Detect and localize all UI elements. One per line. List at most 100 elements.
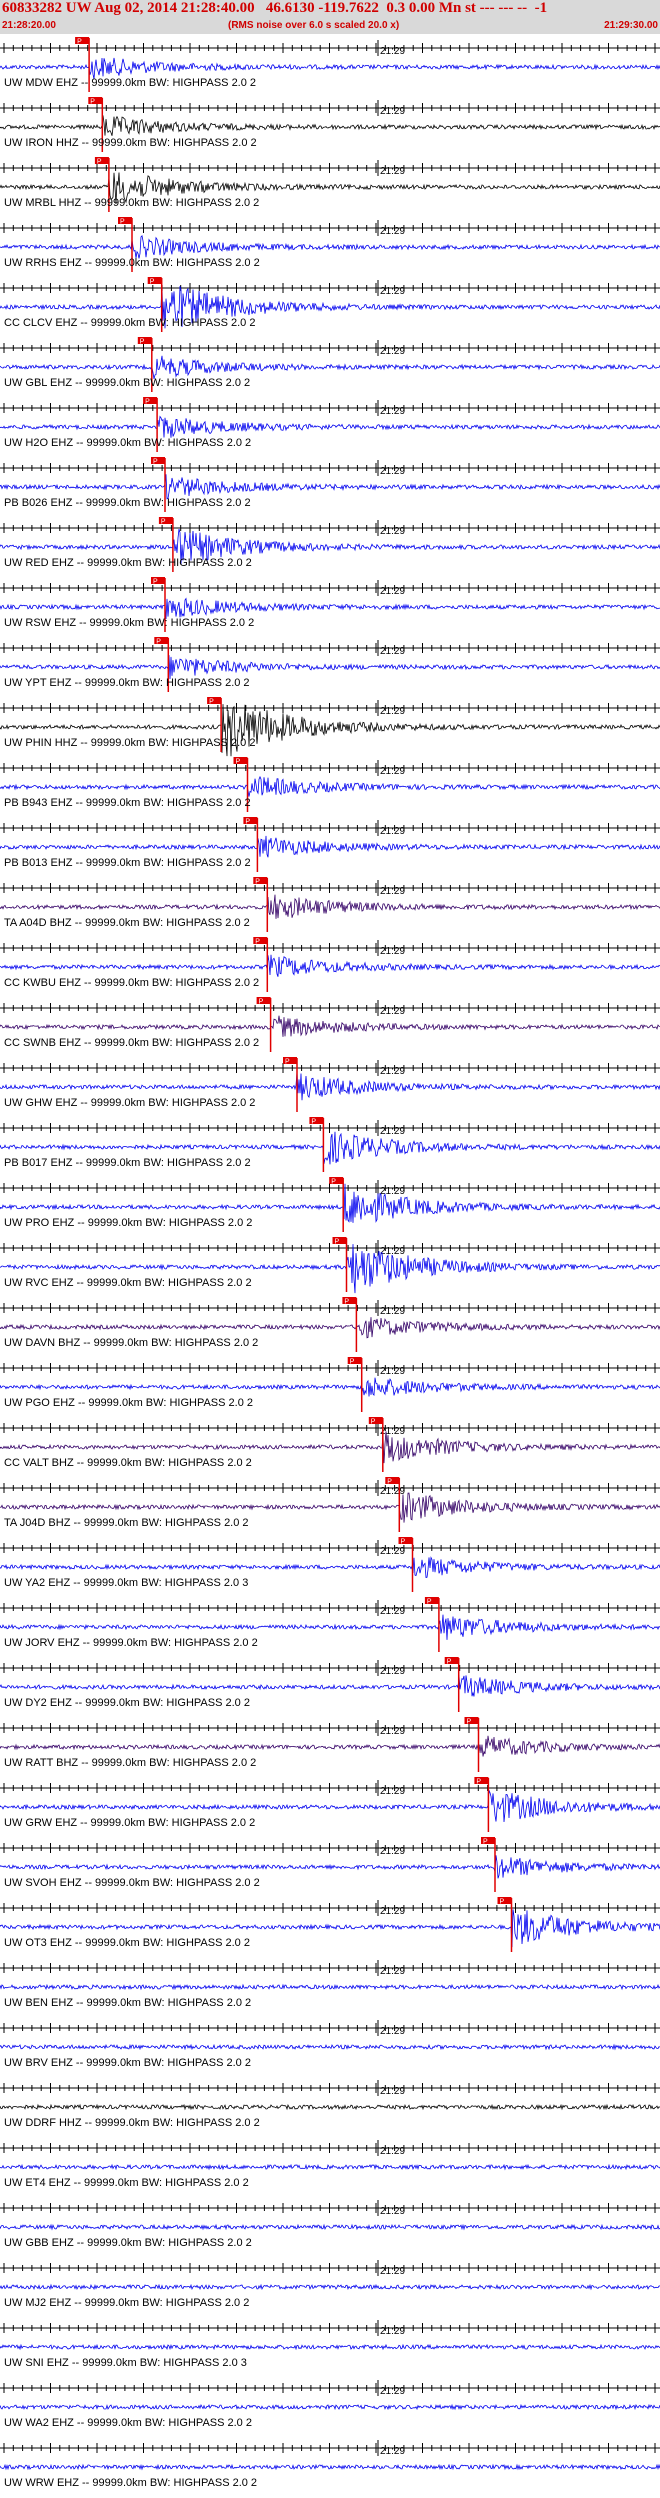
waveform	[0, 1556, 660, 1578]
trace-row: 21:29 P UW SVOH EHZ -- 99999.0km BW: HIGHP…	[0, 1837, 660, 1892]
pick-label: P	[255, 879, 260, 886]
station-label: UW IRON HHZ -- 99999.0km BW: HIGHPASS 2.…	[4, 137, 257, 149]
trace-row: 21:29 P TA A04D BHZ -- 99999.0km BW: HIGHP…	[0, 877, 660, 932]
trace-row: 21:29 P UW DAVN BHZ -- 99999.0km BW: HIGHP…	[0, 1297, 660, 1352]
station-label: UW MJ2 EHZ -- 99999.0km BW: HIGHPASS 2.0…	[4, 2297, 249, 2309]
trace-row: 21:29 P UW PHIN HHZ -- 99999.0km BW: HIGHP…	[0, 697, 660, 757]
minute-label: 21:29	[380, 226, 405, 237]
minute-label: 21:29	[380, 1186, 405, 1197]
pick-label: P	[90, 99, 95, 106]
seismogram-plot: 21:29 P UW MDW EHZ -- 99999.0km BW: HIGHPA…	[0, 37, 660, 2489]
waveform	[0, 1855, 660, 1879]
pick-label: P	[150, 279, 155, 286]
pick-label: P	[285, 1059, 290, 1066]
minute-label: 21:29	[380, 346, 405, 357]
trace-row: 21:29 P UW IRON HHZ -- 99999.0km BW: HIGHP…	[0, 97, 660, 152]
station-label: UW ET4 EHZ -- 99999.0km BW: HIGHPASS 2.0…	[4, 2177, 249, 2189]
trace-row: 21:29 UW WA2 EHZ -- 99999.0km BW: HIGHPAS…	[0, 2380, 660, 2429]
trace-row: 21:29 P UW DY2 EHZ -- 99999.0km BW: HIGHPA…	[0, 1657, 660, 1712]
trace-row: 21:29 P PB B943 EHZ -- 99999.0km BW: HIGHP…	[0, 757, 660, 812]
trace-row: 21:29P UW YA2 EHZ -- 99999.0km BW: HIGHPA…	[0, 1537, 660, 1592]
station-label: UW GHW EHZ -- 99999.0km BW: HIGHPASS 2.0…	[4, 1097, 255, 1109]
station-label: UW PRO EHZ -- 99999.0km BW: HIGHPASS 2.0…	[4, 1217, 252, 1229]
minute-label: 21:29	[380, 1486, 405, 1497]
pick-label: P	[344, 1299, 349, 1306]
trace-row: 21:29 P UW GBL EHZ -- 99999.0km BW: HIGHPA…	[0, 337, 660, 392]
waveform	[0, 2463, 660, 2471]
station-label: UW JORV EHZ -- 99999.0km BW: HIGHPASS 2.…	[4, 1637, 258, 1649]
pick-label: P	[427, 1599, 432, 1606]
event-title: 60833282 UW Aug 02, 2014 21:28:40.00 46.…	[2, 0, 548, 16]
pick-label: P	[161, 519, 166, 526]
station-label: UW BRV EHZ -- 99999.0km BW: HIGHPASS 2.0…	[4, 2057, 251, 2069]
trace-row: 21:29 P UW RED EHZ -- 99999.0km BW: HIGHPA…	[0, 517, 660, 572]
trace-row: 21:29 P UW MDW EHZ -- 99999.0km BW: HIGHPA…	[0, 37, 660, 92]
pick-label: P	[97, 159, 102, 166]
waveform	[0, 655, 660, 680]
trace-row: 21:29 P UW OT3 EHZ -- 99999.0km BW: HIGHPA…	[0, 1897, 660, 1952]
minute-label: 21:29	[380, 946, 405, 957]
trace-row: 21:29 UW DDRF HHZ -- 99999.0km BW: HIGHPA…	[0, 2080, 660, 2129]
pick-label: P	[335, 1239, 340, 1246]
minute-label: 21:29	[380, 406, 405, 417]
trace-row: 21:29 P CC SWNB EHZ -- 99999.0km BW: HIGHP…	[0, 997, 660, 1052]
waveform	[0, 597, 660, 620]
station-label: UW YPT EHZ -- 99999.0km BW: HIGHPASS 2.0…	[4, 677, 250, 689]
station-label: UW OT3 EHZ -- 99999.0km BW: HIGHPASS 2.0…	[4, 1937, 250, 1949]
pick-label: P	[371, 1419, 376, 1426]
trace-row: 21:29 P UW JORV EHZ -- 99999.0km BW: HIGHP…	[0, 1597, 660, 1652]
station-label: UW MDW EHZ -- 99999.0km BW: HIGHPASS 2.0…	[4, 77, 256, 89]
station-label: TA J04D BHZ -- 99999.0km BW: HIGHPASS 2.…	[4, 1517, 249, 1529]
waveform	[0, 2103, 660, 2111]
station-label: UW PGO EHZ -- 99999.0km BW: HIGHPASS 2.0…	[4, 1397, 253, 1409]
waveform	[0, 2043, 660, 2051]
pick-label: P	[236, 759, 241, 766]
minute-label: 21:29	[380, 1066, 405, 1077]
station-label: PB B017 EHZ -- 99999.0km BW: HIGHPASS 2.…	[4, 1157, 251, 1169]
waveform	[0, 355, 660, 379]
waveform	[0, 954, 660, 977]
trace-row: 21:29 P PB B017 EHZ -- 99999.0km BW: HIGHP…	[0, 1117, 660, 1172]
station-label: UW DAVN BHZ -- 99999.0km BW: HIGHPASS 2.…	[4, 1337, 258, 1349]
minute-label: 21:29	[380, 1426, 405, 1437]
station-label: UW SVOH EHZ -- 99999.0km BW: HIGHPASS 2.…	[4, 1877, 260, 1889]
station-label: UW DDRF HHZ -- 99999.0km BW: HIGHPASS 2.…	[4, 2117, 260, 2129]
trace-row: 21:29 P UW GHW EHZ -- 99999.0km BW: HIGHPA…	[0, 1057, 660, 1112]
pick-label: P	[259, 999, 264, 1006]
waveform	[0, 894, 660, 919]
waveform	[0, 415, 660, 438]
minute-label: 21:29	[380, 466, 405, 477]
minute-label: 21:29	[380, 106, 405, 117]
pick-label: P	[255, 939, 260, 946]
station-label: UW YA2 EHZ -- 99999.0km BW: HIGHPASS 2.0…	[4, 1577, 248, 1589]
minute-label: 21:29	[380, 2266, 405, 2277]
trace-row: 21:29 UW ET4 EHZ -- 99999.0km BW: HIGHPAS…	[0, 2140, 660, 2189]
trace-row: 21:29 UW MJ2 EHZ -- 99999.0km BW: HIGHPAS…	[0, 2260, 660, 2309]
waveform	[0, 1071, 660, 1101]
station-label: UW RRHS EHZ -- 99999.0km BW: HIGHPASS 2.…	[4, 257, 260, 269]
waveform	[0, 775, 660, 797]
minute-label: 21:29	[380, 706, 405, 717]
station-label: UW GBB EHZ -- 99999.0km BW: HIGHPASS 2.0…	[4, 2237, 252, 2249]
minute-label: 21:29	[380, 1606, 405, 1617]
station-label: UW H2O EHZ -- 99999.0km BW: HIGHPASS 2.0…	[4, 437, 251, 449]
minute-label: 21:29	[380, 286, 405, 297]
station-label: UW DY2 EHZ -- 99999.0km BW: HIGHPASS 2.0…	[4, 1697, 250, 1709]
minute-label: 21:29	[380, 2026, 405, 2037]
station-label: CC SWNB EHZ -- 99999.0km BW: HIGHPASS 2.…	[4, 1037, 259, 1049]
minute-label: 21:29	[380, 166, 405, 177]
trace-row: 21:29 P UW H2O EHZ -- 99999.0km BW: HIGHPA…	[0, 397, 660, 452]
pick-label: P	[350, 1359, 355, 1366]
station-label: UW GRW EHZ -- 99999.0km BW: HIGHPASS 2.0…	[4, 1817, 255, 1829]
waveform	[0, 474, 660, 500]
station-label: UW RED EHZ -- 99999.0km BW: HIGHPASS 2.0…	[4, 557, 252, 569]
minute-label: 21:29	[380, 1666, 405, 1677]
trace-row: 21:29 P UW RRHS EHZ -- 99999.0km BW: HIGHP…	[0, 217, 660, 272]
pick-label: P	[500, 1899, 505, 1906]
pick-label: P	[331, 1179, 336, 1186]
waveform	[0, 1377, 660, 1397]
pick-label: P	[387, 1479, 392, 1486]
waveform	[0, 1675, 660, 1697]
station-label: UW PHIN HHZ -- 99999.0km BW: HIGHPASS 2.…	[4, 737, 255, 749]
trace-row: 21:29 UW GBB EHZ -- 99999.0km BW: HIGHPAS…	[0, 2200, 660, 2249]
